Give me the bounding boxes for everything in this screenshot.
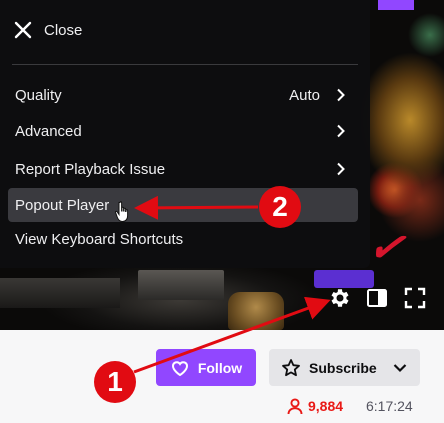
- heart-icon: [171, 360, 188, 376]
- chevron-right-icon: [337, 88, 345, 102]
- menu-item-label: Quality: [15, 86, 62, 104]
- viewer-count-value: 9,884: [308, 398, 344, 414]
- close-label: Close: [44, 21, 83, 39]
- video-frame-device: [138, 270, 224, 300]
- video-frame-mug: [228, 292, 284, 330]
- follow-button[interactable]: Follow: [156, 349, 256, 386]
- fullscreen-icon[interactable]: [403, 286, 427, 310]
- settings-menu: Close Quality Auto Advanced Report Playb…: [0, 0, 370, 268]
- chevron-right-icon: [337, 124, 345, 138]
- close-button[interactable]: Close: [14, 16, 82, 44]
- video-player[interactable]: ✓ Close Quality Auto Advanced Report Pla…: [0, 0, 444, 330]
- subscribe-label: Subscribe: [309, 359, 377, 376]
- stream-uptime: 6:17:24: [366, 398, 413, 414]
- menu-divider: [12, 64, 358, 65]
- menu-item-quality[interactable]: Quality Auto: [8, 78, 358, 112]
- menu-item-popout-player[interactable]: Popout Player: [8, 188, 358, 222]
- quality-value: Auto: [289, 86, 320, 104]
- video-frame-purple-strip: [378, 0, 414, 10]
- chevron-down-icon: [393, 363, 407, 372]
- person-icon: [287, 398, 303, 415]
- hand-cursor-icon: [115, 201, 129, 223]
- viewer-count: 9,884: [286, 397, 343, 415]
- star-icon: [282, 358, 300, 376]
- gear-icon[interactable]: [328, 286, 352, 310]
- menu-item-advanced[interactable]: Advanced: [8, 114, 358, 148]
- subscribe-button[interactable]: Subscribe: [269, 349, 420, 386]
- close-icon: [14, 21, 32, 39]
- step-2-badge: 2: [259, 186, 301, 228]
- menu-item-report-playback-issue[interactable]: Report Playback Issue: [8, 152, 358, 186]
- theatre-mode-icon[interactable]: [365, 286, 389, 310]
- menu-item-label: Advanced: [15, 122, 82, 140]
- menu-item-view-keyboard-shortcuts[interactable]: View Keyboard Shortcuts: [8, 222, 358, 256]
- step-1-badge: 1: [94, 361, 136, 403]
- menu-item-label: Report Playback Issue: [15, 160, 166, 178]
- follow-label: Follow: [197, 359, 243, 376]
- chevron-right-icon: [337, 162, 345, 176]
- menu-item-label: View Keyboard Shortcuts: [15, 230, 184, 248]
- video-frame-red-mark: ✓: [364, 220, 409, 275]
- video-frame-equipment: [0, 278, 120, 308]
